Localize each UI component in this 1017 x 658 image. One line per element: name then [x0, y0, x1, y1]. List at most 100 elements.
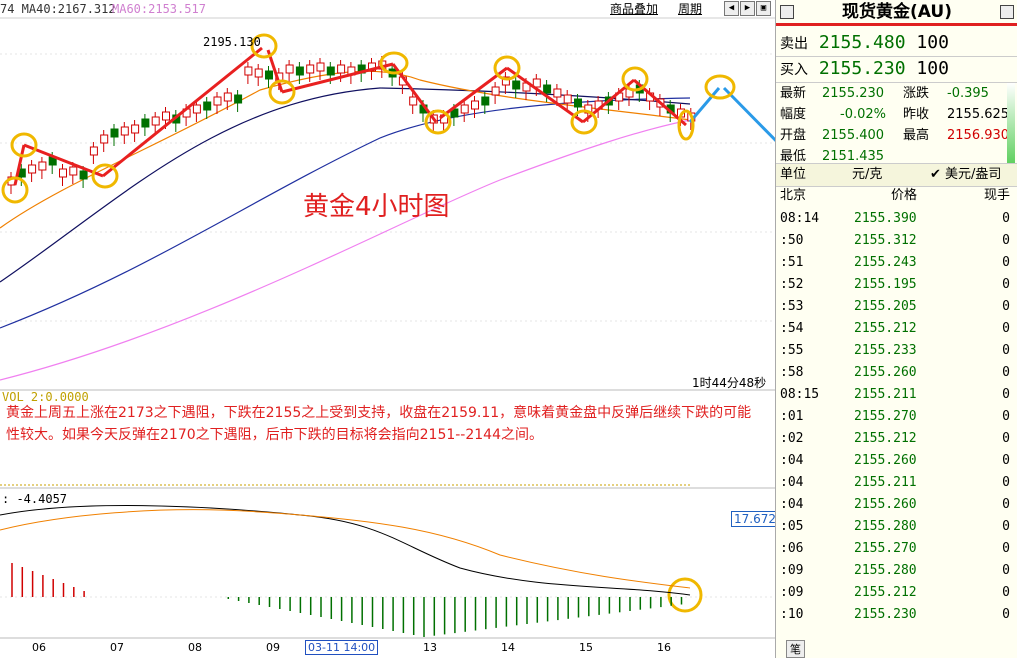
tick-time: :09: [780, 563, 804, 578]
stat-change: -0.395: [947, 86, 989, 101]
footer-tab[interactable]: 笔: [786, 640, 805, 658]
tick-volume: 0: [1002, 497, 1010, 512]
tick-row: :02 2155.212 0: [776, 428, 1017, 450]
hdr-time: 北京: [780, 188, 807, 203]
tick-row: :53 2155.205 0: [776, 296, 1017, 318]
sell-price: 2155.480: [818, 32, 906, 53]
tick-price: 2155.270: [854, 541, 917, 556]
tick-price: 2155.260: [854, 497, 917, 512]
tick-volume: 0: [1002, 563, 1010, 578]
tick-volume: 0: [1002, 321, 1010, 336]
candle-body: [409, 96, 418, 106]
tick-time: :01: [780, 409, 804, 424]
candle-body: [460, 104, 469, 114]
macd-readout: : -4.4057: [2, 492, 68, 506]
tick-row: :06 2155.270 0: [776, 538, 1017, 560]
tick-time: :52: [780, 277, 804, 292]
candles-group: [7, 56, 696, 194]
tick-time: 08:15: [780, 387, 820, 402]
candle-body: [265, 70, 273, 80]
tick-price: 2155.205: [854, 299, 917, 314]
tick-price: 2155.312: [854, 233, 917, 248]
stats-scrollbar[interactable]: [1007, 83, 1015, 163]
tick-row: 08:14 2155.390 0: [776, 208, 1017, 230]
countdown-timer: 1时44分48秒: [692, 376, 767, 390]
tick-time: :05: [780, 519, 804, 534]
candle-body: [89, 146, 98, 156]
tick-row: :09 2155.212 0: [776, 582, 1017, 604]
tick-volume: 0: [1002, 541, 1010, 556]
ma-line-pink: [0, 119, 691, 381]
tick-time: :06: [780, 541, 804, 556]
tick-time: :10: [780, 607, 804, 622]
tick-price: 2155.211: [854, 475, 917, 490]
tick-time: :09: [780, 585, 804, 600]
candle-body: [69, 166, 78, 176]
tick-row: :09 2155.280 0: [776, 560, 1017, 582]
unit-value[interactable]: 元/克: [852, 164, 882, 186]
forecast-arrows: [688, 86, 775, 142]
stat-label: 最高: [903, 128, 930, 143]
candle-body: [79, 170, 88, 180]
tick-row: :01 2155.270 0: [776, 406, 1017, 428]
stat-label: 幅度: [780, 107, 807, 122]
tick-row: :50 2155.312 0: [776, 230, 1017, 252]
tick-price: 2155.260: [854, 453, 917, 468]
candle-body: [337, 64, 346, 74]
candle-body: [471, 100, 479, 110]
candle-body: [213, 96, 222, 106]
stat-latest: 2155.230: [822, 86, 885, 101]
buy-label: 买入: [780, 62, 808, 78]
tick-row: 08:15 2155.211 0: [776, 384, 1017, 406]
tick-time: :04: [780, 497, 804, 512]
stat-prevclose: 2155.625: [947, 107, 1010, 122]
chart-annotation-title: 黄金4小时图: [303, 192, 450, 222]
candle-body: [244, 66, 253, 76]
candle-body: [110, 128, 119, 138]
unit-alt-toggle[interactable]: ✔ 美元/盎司: [930, 164, 1001, 186]
stat-label: 开盘: [780, 128, 807, 143]
panel-window-icon[interactable]: [1000, 5, 1014, 19]
tick-price: 2155.260: [854, 365, 917, 380]
candle-body: [543, 84, 552, 94]
hdr-price: 价格: [891, 188, 918, 203]
tick-price: 2155.243: [854, 255, 917, 270]
x-label: 14: [501, 641, 515, 654]
tick-time: :55: [780, 343, 804, 358]
quote-panel: 现货黄金(AU) 卖出 2155.480 100 买入 2155.230 100…: [775, 0, 1017, 658]
tick-volume: 0: [1002, 453, 1010, 468]
tick-row: :54 2155.212 0: [776, 318, 1017, 340]
x-label: 15: [579, 641, 593, 654]
sell-row: 卖出 2155.480 100: [780, 32, 949, 53]
tick-volume: 0: [1002, 519, 1010, 534]
analysis-commentary: 黄金上周五上涨在2173之下遇阻，下跌在2155之上受到支持，收盘在2159.1…: [6, 405, 752, 443]
tick-row: :51 2155.243 0: [776, 252, 1017, 274]
candle-body: [192, 104, 201, 114]
stat-label: 涨跌: [903, 86, 930, 101]
tick-volume: 0: [1002, 475, 1010, 490]
tick-header: 北京 价格 现手: [776, 186, 1017, 206]
candle-body: [151, 116, 160, 126]
tick-time: :02: [780, 431, 804, 446]
tick-time: :54: [780, 321, 804, 336]
candle-body: [285, 64, 294, 74]
tick-volume: 0: [1002, 409, 1010, 424]
sell-qty: 100: [916, 32, 949, 53]
tick-price: 2155.280: [854, 519, 917, 534]
macd-axis-value: 17.672: [731, 511, 779, 527]
tick-volume: 0: [1002, 255, 1010, 270]
tick-price: 2155.195: [854, 277, 917, 292]
tick-row: :04 2155.260 0: [776, 450, 1017, 472]
tick-time: :51: [780, 255, 804, 270]
x-label: 08: [188, 641, 202, 654]
tick-row: :52 2155.195 0: [776, 274, 1017, 296]
chart-area[interactable]: 74 MA40:2167.312 MA60:2153.517 商品叠加 周期 ◀…: [0, 0, 779, 658]
stat-high: 2156.930: [947, 128, 1010, 143]
tick-volume: 0: [1002, 233, 1010, 248]
tick-price: 2155.212: [854, 585, 917, 600]
tick-volume: 0: [1002, 299, 1010, 314]
ma-line-dark: [0, 87, 691, 283]
candle-body: [28, 164, 37, 174]
buy-row: 买入 2155.230 100: [780, 58, 949, 79]
tick-volume: 0: [1002, 607, 1010, 622]
